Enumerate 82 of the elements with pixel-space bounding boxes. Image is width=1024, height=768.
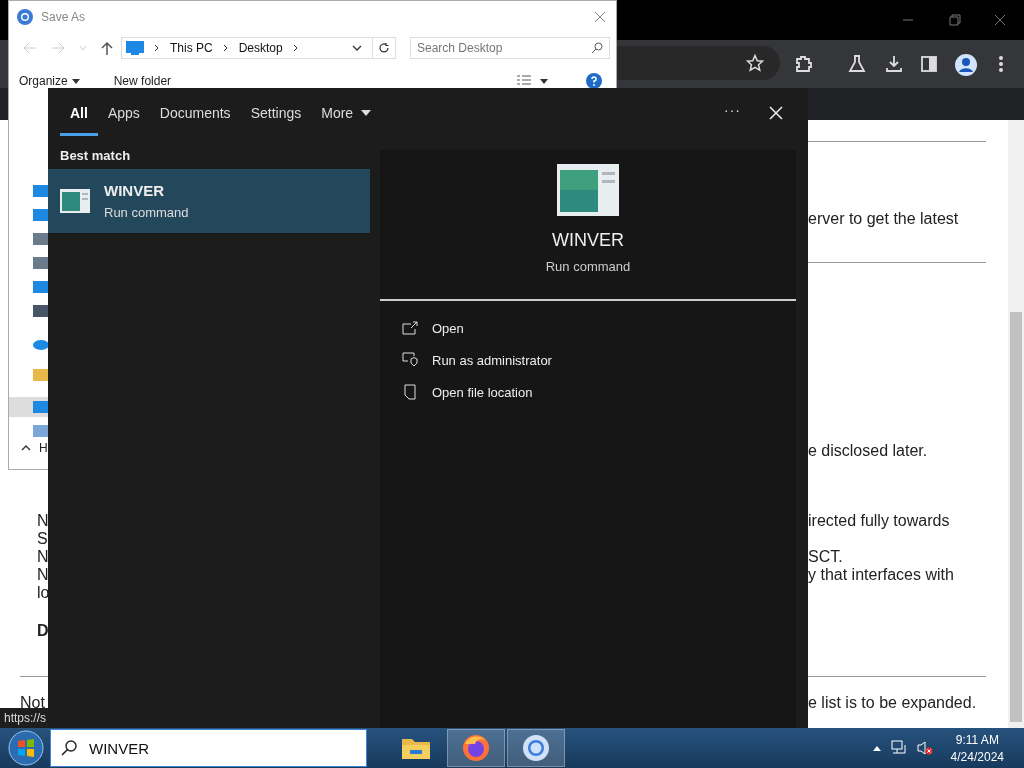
hide-folders-label[interactable]: H	[39, 441, 48, 455]
sidebar-icon[interactable]	[919, 54, 939, 74]
caret-up-icon[interactable]	[872, 745, 881, 751]
tab[interactable]: All	[60, 92, 98, 136]
chrome-icon	[522, 734, 550, 762]
chevron-up-icon[interactable]	[21, 445, 31, 451]
status-url: https://s	[0, 708, 48, 728]
file-icon	[402, 384, 418, 400]
address-field[interactable]: This PC Desktop	[121, 37, 396, 59]
dialog-title: Save As	[41, 10, 86, 24]
scrollbar-thumb[interactable]	[1010, 312, 1022, 722]
search-box[interactable]: WINVER	[50, 729, 367, 767]
tab[interactable]: Settings	[240, 92, 312, 136]
item-icon	[33, 424, 49, 438]
clock-date[interactable]: 4/24/2024	[950, 749, 1004, 764]
scrollbar[interactable]	[1008, 120, 1024, 728]
star-icon[interactable]	[746, 54, 764, 72]
page-text: S	[37, 530, 48, 548]
menu-icon[interactable]	[998, 54, 1004, 74]
tab[interactable]: More	[311, 92, 382, 136]
app-type: Run command	[545, 259, 631, 274]
page-text: erver to get the latest	[808, 210, 959, 228]
item-icon	[33, 208, 49, 222]
caret-icon	[71, 78, 80, 84]
page-text: irected fully towards	[808, 512, 950, 530]
chevron-icon	[292, 44, 299, 52]
window-icon	[557, 164, 619, 216]
new-folder-button[interactable]: New folder	[109, 74, 176, 88]
network-icon[interactable]	[890, 740, 907, 756]
folder-icon	[33, 368, 49, 382]
taskbar-app[interactable]	[447, 729, 505, 767]
firefox-icon	[462, 734, 490, 762]
item-icon	[33, 304, 49, 318]
chevron-icon	[222, 44, 229, 52]
page-text: e list is to be expanded.	[808, 694, 977, 712]
search-icon	[61, 740, 77, 756]
shield-icon	[402, 352, 418, 368]
window-icon	[60, 189, 90, 213]
flask-icon[interactable]	[847, 54, 867, 74]
chevron-icon	[154, 44, 160, 52]
clock-time[interactable]: 9:11 AM	[955, 732, 999, 747]
page-text: e disclosed later.	[808, 442, 928, 460]
folder-icon	[401, 736, 431, 760]
page-text: N	[37, 512, 49, 530]
puzzle-icon[interactable]	[794, 54, 814, 74]
profile-icon[interactable]	[955, 54, 977, 76]
app-icon	[17, 9, 33, 25]
page-text: N	[37, 548, 49, 566]
search-icon	[591, 42, 603, 54]
download-icon[interactable]	[884, 54, 904, 74]
organize-button[interactable]: Organize	[15, 74, 84, 88]
breadcrumb-item[interactable]: Desktop	[238, 41, 283, 55]
section-heading: Best match	[59, 147, 132, 165]
page-text: N	[37, 566, 49, 584]
item-icon	[33, 184, 49, 198]
help-icon[interactable]	[586, 73, 602, 89]
page-text: y that interfaces with	[808, 566, 954, 584]
monitor-icon	[126, 41, 144, 55]
action-link[interactable]: Open file location	[432, 384, 533, 400]
restore-icon[interactable]	[949, 14, 961, 26]
action-link[interactable]: Open	[432, 320, 464, 336]
item-icon	[33, 280, 49, 294]
page-text: SCT.	[808, 548, 843, 566]
up-arrow-icon[interactable]	[101, 41, 113, 55]
search-field[interactable]: Search Desktop	[410, 37, 610, 59]
more-options-button[interactable]: ···	[724, 102, 741, 118]
caret-icon[interactable]	[540, 78, 548, 84]
item-icon	[33, 232, 49, 246]
tab[interactable]: Documents	[149, 92, 241, 136]
action-link[interactable]: Run as administrator	[432, 352, 552, 368]
dropdown-icon[interactable]	[352, 45, 362, 51]
item-icon	[33, 400, 49, 414]
item-icon	[33, 256, 49, 270]
start-button[interactable]	[8, 730, 44, 766]
tab[interactable]: Apps	[97, 92, 150, 136]
page-text: D	[37, 622, 49, 640]
app-name: WINVER	[552, 230, 624, 251]
taskbar-app[interactable]	[507, 729, 565, 767]
volume-muted-icon[interactable]	[916, 740, 933, 756]
breadcrumb-item[interactable]: This PC	[170, 41, 213, 55]
result-item[interactable]: WINVER Run command	[48, 169, 370, 233]
open-icon	[402, 321, 418, 335]
